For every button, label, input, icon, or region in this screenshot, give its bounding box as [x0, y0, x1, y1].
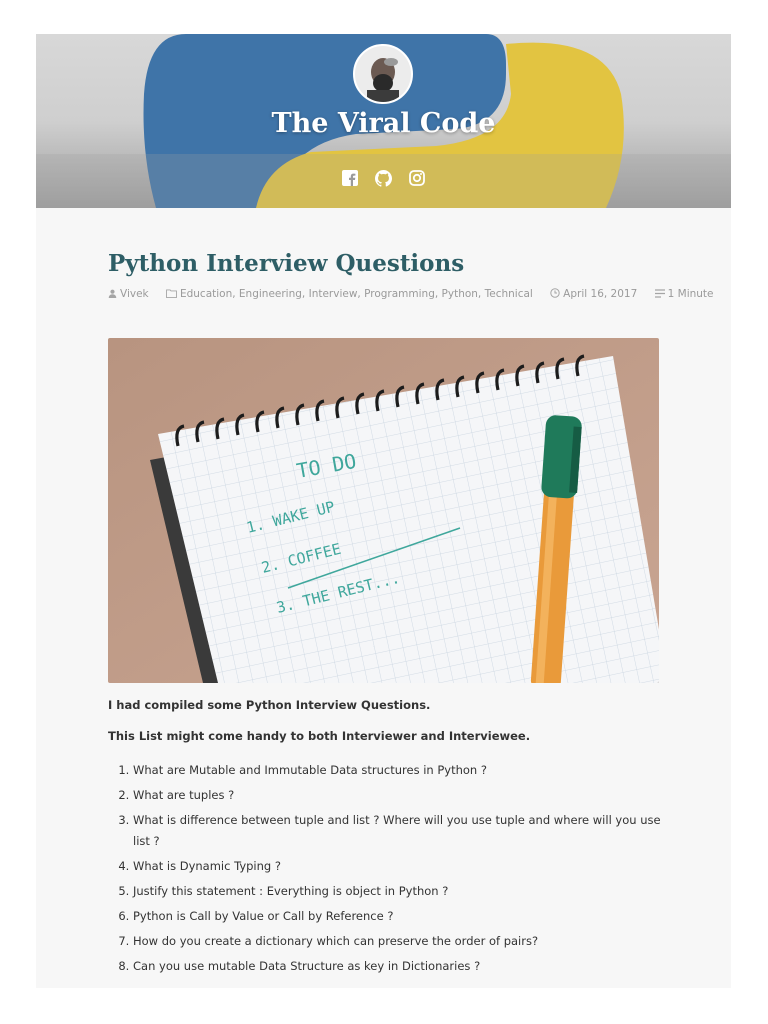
list-item: What is difference between tuple and lis…	[133, 810, 663, 852]
social-links	[36, 168, 731, 188]
categories-list: Education, Engineering, Interview, Progr…	[179, 288, 533, 300]
post-date[interactable]: April 16, 2017	[550, 288, 637, 300]
list-item: What are tuples ?	[133, 785, 663, 806]
featured-image: TO DO 1. WAKE UP 2. COFFEE 3. THE REST..…	[108, 338, 659, 683]
questions-list: What are Mutable and Immutable Data stru…	[133, 760, 663, 977]
date-text: April 16, 2017	[563, 288, 638, 300]
list-item: What is Dynamic Typing ?	[133, 856, 663, 877]
page-container: The Viral Code Python Interview Question…	[36, 34, 731, 988]
list-item: What are Mutable and Immutable Data stru…	[133, 760, 663, 781]
author-name: Vivek	[120, 288, 149, 300]
list-item: Justify this statement : Everything is o…	[133, 881, 663, 902]
intro-text: I had compiled some Python Interview Que…	[108, 698, 431, 712]
post-title[interactable]: Python Interview Questions	[108, 250, 464, 277]
list-item: Python is Call by Value or Call by Refer…	[133, 906, 663, 927]
subintro-text: This List might come handy to both Inter…	[108, 729, 531, 743]
instagram-icon[interactable]	[408, 169, 426, 188]
clock-icon	[550, 288, 560, 298]
list-item: How do you create a dictionary which can…	[133, 931, 663, 952]
header-banner: The Viral Code	[36, 34, 731, 208]
post-read-time: 1 Minute	[654, 288, 714, 300]
folder-icon	[166, 289, 177, 298]
lines-icon	[654, 289, 665, 298]
list-item: Can you use mutable Data Structure as ke…	[133, 956, 663, 977]
site-title[interactable]: The Viral Code	[36, 108, 731, 139]
post-categories[interactable]: Education, Engineering, Interview, Progr…	[166, 288, 533, 300]
read-time-text: 1 Minute	[667, 288, 714, 300]
avatar[interactable]	[353, 44, 413, 104]
post-author[interactable]: Vivek	[108, 288, 149, 300]
avatar-photo	[355, 46, 411, 102]
todo-notebook-image: TO DO 1. WAKE UP 2. COFFEE 3. THE REST..…	[108, 338, 659, 683]
user-icon	[108, 289, 117, 298]
post-meta: Vivek Education, Engineering, Interview,…	[108, 288, 728, 300]
facebook-icon[interactable]	[341, 169, 359, 188]
github-icon[interactable]	[375, 169, 393, 188]
post-content: I had compiled some Python Interview Que…	[108, 698, 663, 981]
